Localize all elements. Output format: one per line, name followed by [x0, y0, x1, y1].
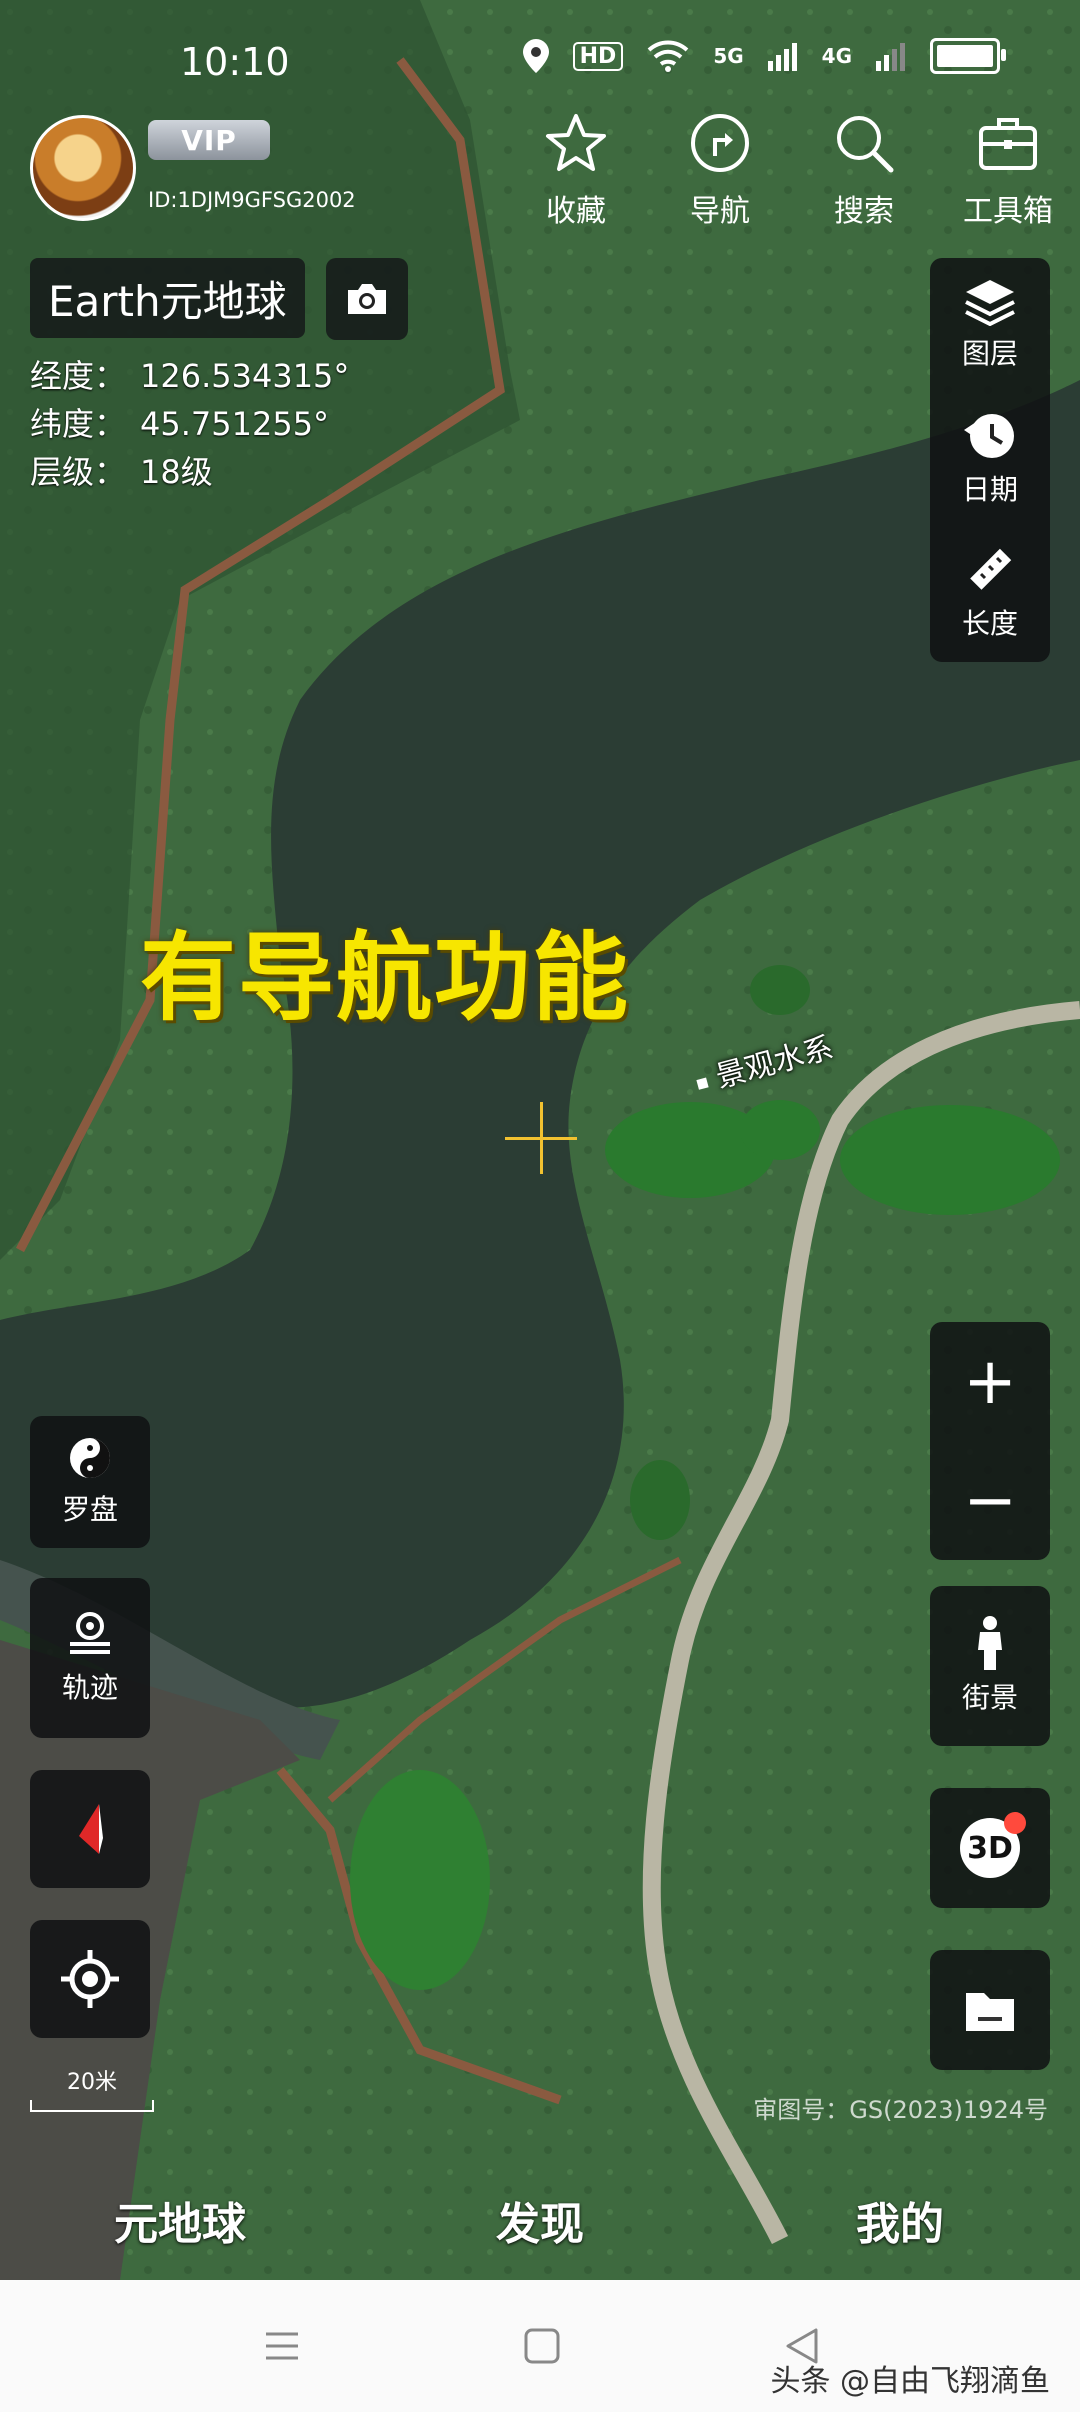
zoom-level-label: 层级：: [30, 453, 127, 491]
toolbox-label: 工具箱: [963, 194, 1053, 229]
vip-label: VIP: [181, 123, 237, 157]
scale-bar: 20米: [30, 2064, 154, 2112]
zoom-level-value: 18级: [140, 453, 213, 491]
search-icon: [837, 116, 894, 173]
scale-line: [30, 2100, 154, 2112]
home-icon[interactable]: [522, 2326, 562, 2366]
date-label: 日期: [961, 473, 1018, 506]
place-dot-icon: [696, 1077, 709, 1090]
map-tools-panel: 图层 日期 长度: [930, 258, 1050, 662]
signal-bars-icon: [767, 43, 797, 71]
zoom-level-row: 层级： 18级: [30, 448, 349, 496]
watermark: 头条 @自由飞翔滴鱼: [770, 2364, 1050, 2399]
longitude-value: 126.534315°: [140, 357, 350, 395]
camera-icon: [348, 284, 386, 314]
ruler-icon: [970, 548, 1012, 590]
navigation-label: 导航: [690, 194, 750, 229]
track-label: 轨迹: [61, 1671, 118, 1704]
bottom-tab-bar: 元地球 发现 我的: [0, 2160, 1080, 2280]
zoom-in-button[interactable]: +: [930, 1322, 1050, 1441]
track-button[interactable]: 轨迹: [30, 1578, 150, 1738]
menu-icon[interactable]: [262, 2326, 302, 2366]
navigation-button[interactable]: 导航: [660, 112, 780, 230]
tab-earth[interactable]: 元地球: [0, 2188, 360, 2252]
longitude-label: 经度：: [30, 357, 127, 395]
locate-me-button[interactable]: [30, 1920, 150, 2038]
signal-4g-icon: 4G: [821, 44, 852, 68]
longitude-row: 经度： 126.534315°: [30, 352, 349, 400]
tab-me[interactable]: 我的: [720, 2188, 1080, 2252]
latitude-row: 纬度： 45.751255°: [30, 400, 349, 448]
north-arrow-icon: [79, 1804, 103, 1854]
hd-icon: HD: [572, 41, 624, 71]
length-button[interactable]: 长度: [930, 526, 1050, 660]
favorites-button[interactable]: 收藏: [516, 112, 636, 230]
street-view-button[interactable]: 街景: [930, 1586, 1050, 1746]
compass-label: 罗盘: [61, 1493, 118, 1526]
coordinates-panel: 经度： 126.534315° 纬度： 45.751255° 层级： 18级: [30, 352, 349, 496]
crosshair-locate-icon: [61, 1950, 119, 2008]
favorites-label: 收藏: [546, 194, 606, 229]
date-clock-icon: [964, 414, 1014, 458]
search-button[interactable]: 搜索: [804, 112, 924, 230]
yin-yang-icon: [70, 1438, 110, 1478]
wifi-icon: [647, 40, 689, 72]
length-label: 长度: [961, 607, 1018, 640]
latitude-label: 纬度：: [30, 405, 127, 443]
battery-icon: [930, 38, 1006, 74]
3d-mode-button[interactable]: 3D: [930, 1788, 1050, 1908]
location-pin-icon: [70, 1612, 110, 1654]
zoom-controls: + −: [930, 1322, 1050, 1560]
north-compass-button[interactable]: [30, 1770, 150, 1888]
3d-icon: 3D: [960, 1812, 1026, 1878]
star-icon: [546, 114, 606, 171]
navigation-icon: [691, 114, 749, 172]
toolbox-icon: [979, 118, 1037, 170]
folder-icon: [966, 1993, 1014, 2031]
signal-5g-icon: 5G: [713, 44, 744, 68]
compass-button[interactable]: 罗盘: [30, 1416, 150, 1548]
date-button[interactable]: 日期: [930, 392, 1050, 526]
latitude-value: 45.751255°: [140, 405, 330, 443]
zoom-out-button[interactable]: −: [930, 1441, 1050, 1560]
street-view-label: 街景: [961, 1681, 1018, 1714]
user-id: ID:1DJM9GFSG2002: [148, 188, 356, 212]
crosshair-icon: [505, 1102, 577, 1174]
layers-button[interactable]: 图层: [930, 258, 1050, 392]
camera-button[interactable]: [326, 258, 408, 340]
status-icons: HD 5G 4G: [522, 38, 1006, 74]
status-time: 10:10: [180, 40, 290, 84]
location-icon: [522, 39, 549, 73]
pedestrian-icon: [978, 1616, 1002, 1670]
avatar[interactable]: [30, 115, 136, 221]
scale-label: 20米: [67, 2070, 117, 2095]
files-button[interactable]: [930, 1950, 1050, 2070]
tab-discover[interactable]: 发现: [360, 2188, 720, 2252]
layers-icon: [965, 280, 1015, 326]
map-approval-number: 审图号：GS(2023)1924号: [753, 2096, 1048, 2124]
notification-dot: [1004, 1812, 1026, 1834]
vip-badge[interactable]: VIP: [148, 120, 270, 160]
layers-label: 图层: [961, 337, 1018, 370]
3d-label: 3D: [967, 1830, 1013, 1866]
status-bar: 10:10 HD 5G 4G: [0, 0, 1080, 120]
toolbox-button[interactable]: 工具箱: [948, 112, 1068, 230]
search-label: 搜索: [834, 194, 894, 229]
app-title[interactable]: Earth元地球: [30, 258, 305, 338]
caption-overlay: 有导航功能: [140, 922, 630, 1034]
signal-bars-2-icon: [876, 43, 905, 71]
